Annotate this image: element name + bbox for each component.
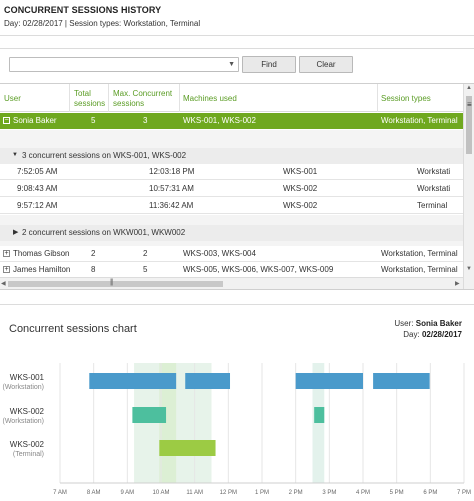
x-tick-label: 6 PM bbox=[423, 490, 437, 496]
session-bar bbox=[185, 373, 231, 389]
x-tick-label: 5 PM bbox=[390, 490, 404, 496]
lane-label: WKS-002 bbox=[10, 407, 45, 416]
session-bar bbox=[373, 373, 430, 389]
lane-label: WKS-002 bbox=[10, 440, 45, 449]
concurrent-sessions-chart: 7 AM 8 AM 9 AM 10 AM 11 AM 12 PM 1 PM 2 PM 3 PM 4… bbox=[3, 363, 471, 496]
session-bar bbox=[314, 407, 325, 423]
x-tick-label: 7 PM bbox=[457, 490, 471, 496]
x-tick-label: 7 AM bbox=[53, 490, 67, 496]
lane-label: WKS-001 bbox=[10, 373, 45, 382]
x-tick-label: 1 PM bbox=[255, 490, 269, 496]
lane-type-label: (Workstation) bbox=[3, 384, 45, 391]
x-tick-label: 2 PM bbox=[289, 490, 303, 496]
x-tick-label: 10 AM bbox=[152, 490, 169, 496]
x-tick-label: 8 AM bbox=[87, 490, 101, 496]
lane-type-label: (Terminal) bbox=[13, 451, 44, 458]
session-bar bbox=[159, 440, 216, 456]
x-tick-label: 9 AM bbox=[120, 490, 134, 496]
x-tick-label: 11 AM bbox=[186, 490, 203, 496]
session-bar bbox=[295, 373, 363, 389]
session-bar bbox=[89, 373, 177, 389]
session-bar bbox=[132, 407, 167, 423]
x-tick-label: 4 PM bbox=[356, 490, 370, 496]
x-tick-label: 12 PM bbox=[220, 490, 237, 496]
x-tick-label: 3 PM bbox=[322, 490, 336, 496]
lane-type-label: (Workstation) bbox=[3, 418, 45, 425]
